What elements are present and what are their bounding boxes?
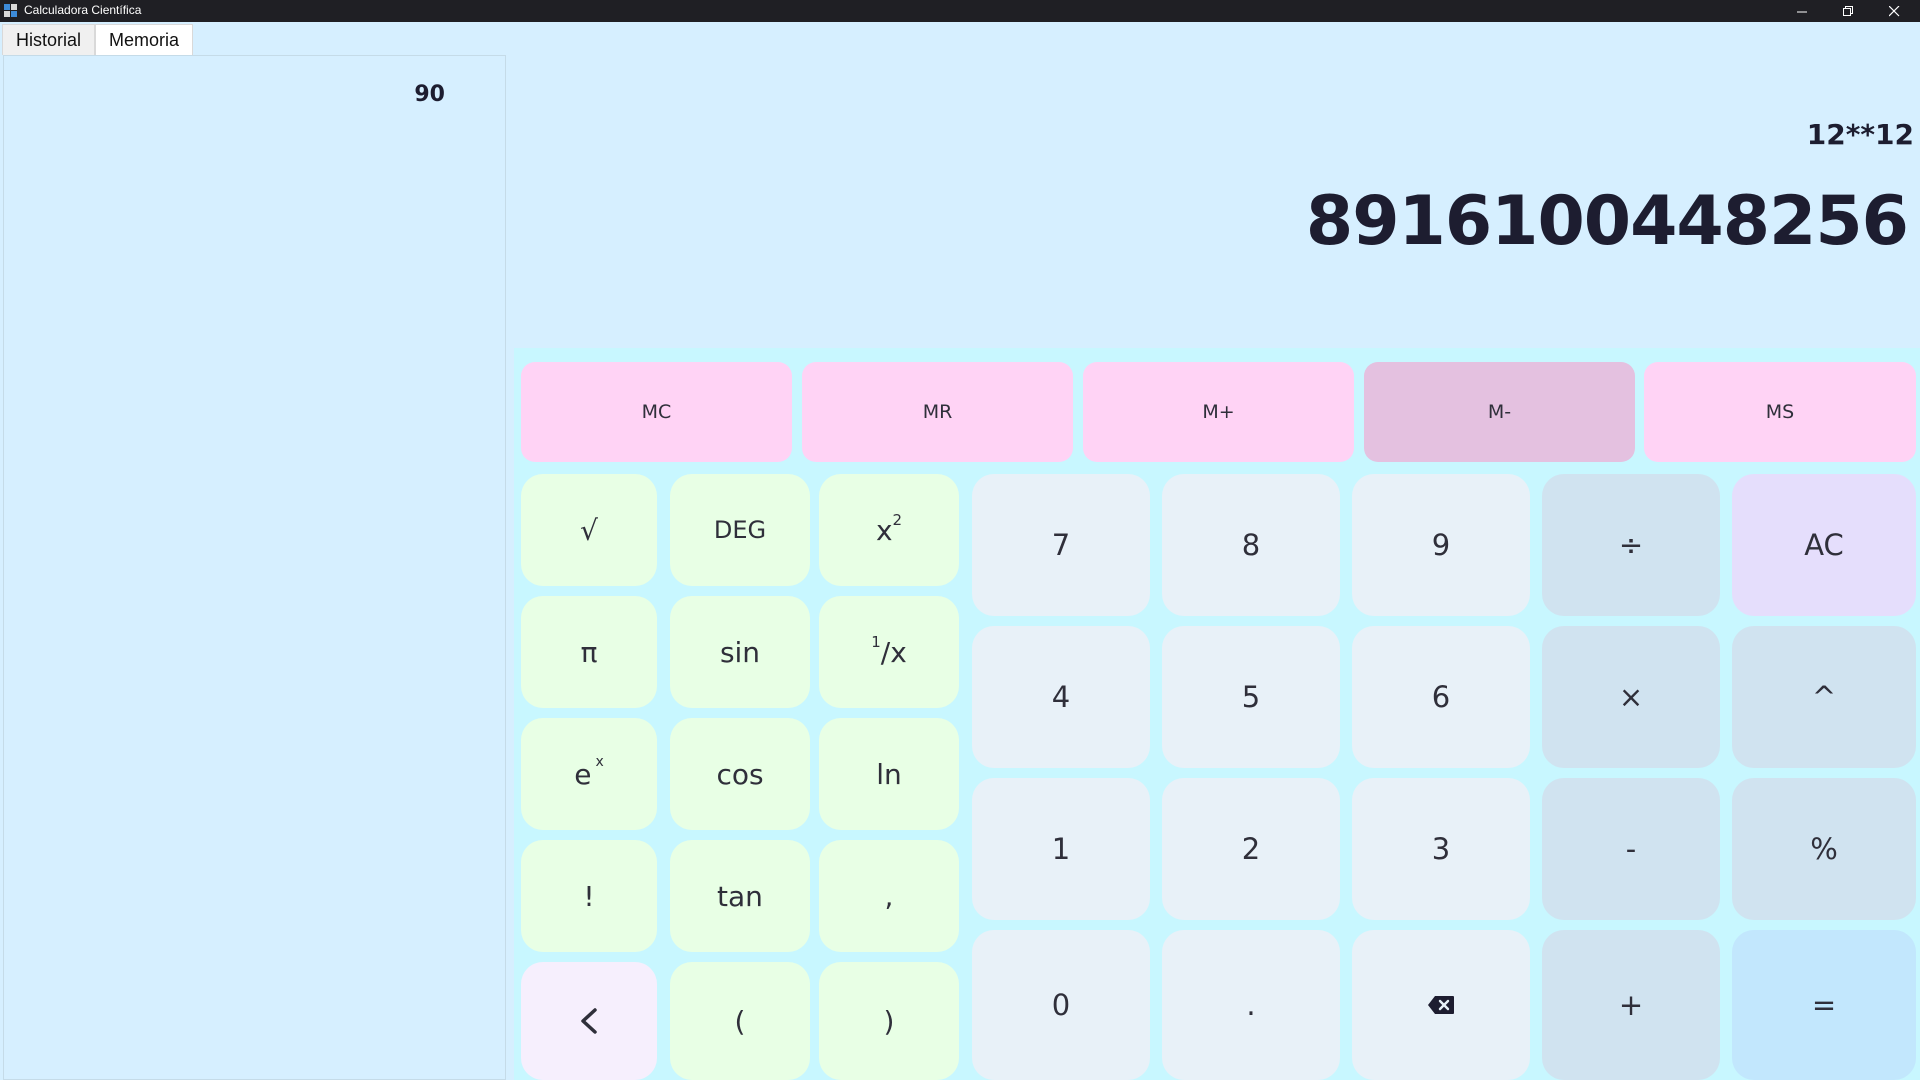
memory-store-button[interactable]: MS xyxy=(1644,362,1916,462)
exp-exponent: x xyxy=(595,754,604,770)
restore-button[interactable] xyxy=(1826,0,1870,22)
digit-0-button[interactable]: 0 xyxy=(972,930,1150,1080)
calculator-display: 12**12 8916100448256 xyxy=(514,22,1920,348)
cos-button[interactable]: cos xyxy=(670,718,810,830)
ln-button[interactable]: ln xyxy=(819,718,959,830)
equals-button[interactable]: = xyxy=(1732,930,1916,1080)
deg-button[interactable]: DEG xyxy=(670,474,810,586)
memory-list: 90 xyxy=(3,55,506,1080)
close-window-button[interactable] xyxy=(1872,0,1916,22)
reciprocal-rest: /x xyxy=(880,635,907,669)
sin-button[interactable]: sin xyxy=(670,596,810,708)
reciprocal-button[interactable]: 1/x xyxy=(819,596,959,708)
exp-button[interactable]: ex xyxy=(521,718,657,830)
factorial-button[interactable]: ! xyxy=(521,840,657,952)
side-panel: Historial Memoria 90 xyxy=(0,22,510,1080)
backspace-icon xyxy=(1428,996,1454,1014)
multiply-button[interactable]: × xyxy=(1542,626,1720,768)
digit-2-button[interactable]: 2 xyxy=(1162,778,1340,920)
side-tabs: Historial Memoria xyxy=(2,24,194,56)
tab-memoria[interactable]: Memoria xyxy=(95,24,194,55)
digit-9-button[interactable]: 9 xyxy=(1352,474,1530,616)
all-clear-button[interactable]: AC xyxy=(1732,474,1916,616)
minus-button[interactable]: - xyxy=(1542,778,1720,920)
backspace-button[interactable] xyxy=(1352,930,1530,1080)
restore-icon xyxy=(1842,5,1853,16)
plus-button[interactable]: + xyxy=(1542,930,1720,1080)
exp-base: e xyxy=(574,757,592,791)
tan-button[interactable]: tan xyxy=(670,840,810,952)
sqrt-button[interactable]: √ xyxy=(521,474,657,586)
digit-7-button[interactable]: 7 xyxy=(972,474,1150,616)
window-title: Calculadora Científica xyxy=(24,3,142,17)
pi-button[interactable]: π xyxy=(521,596,657,708)
result-text: 8916100448256 xyxy=(1305,182,1909,261)
calculator-app-icon xyxy=(4,4,17,17)
decimal-point-button[interactable]: . xyxy=(1162,930,1340,1080)
minimize-icon xyxy=(1796,11,1807,12)
tab-historial[interactable]: Historial xyxy=(2,24,96,55)
minimize-button[interactable] xyxy=(1780,0,1824,22)
square-exponent: 2 xyxy=(892,511,903,529)
memory-clear-button[interactable]: MC xyxy=(521,362,792,462)
memory-add-button[interactable]: M+ xyxy=(1083,362,1354,462)
divide-button[interactable]: ÷ xyxy=(1542,474,1720,616)
memory-subtract-button[interactable]: M- xyxy=(1364,362,1635,462)
memory-recall-button[interactable]: MR xyxy=(802,362,1073,462)
reciprocal-numerator: 1 xyxy=(871,633,881,651)
open-paren-button[interactable]: ( xyxy=(670,962,810,1080)
percent-button[interactable]: % xyxy=(1732,778,1916,920)
memory-item[interactable]: 90 xyxy=(414,82,445,107)
title-bar: Calculadora Científica xyxy=(0,0,1920,22)
square-base: x xyxy=(875,513,893,547)
square-button[interactable]: x2 xyxy=(819,474,959,586)
close-paren-button[interactable]: ) xyxy=(819,962,959,1080)
close-icon xyxy=(1888,5,1899,16)
chevron-left-icon xyxy=(581,1008,597,1034)
power-button[interactable]: ^ xyxy=(1732,626,1916,768)
digit-1-button[interactable]: 1 xyxy=(972,778,1150,920)
digit-8-button[interactable]: 8 xyxy=(1162,474,1340,616)
digit-5-button[interactable]: 5 xyxy=(1162,626,1340,768)
keypad: MC MR M+ M- MS √ DEG x2 π sin 1/x ex cos… xyxy=(514,348,1920,1080)
back-button[interactable] xyxy=(521,962,657,1080)
comma-button[interactable]: , xyxy=(819,840,959,952)
digit-3-button[interactable]: 3 xyxy=(1352,778,1530,920)
digit-4-button[interactable]: 4 xyxy=(972,626,1150,768)
expression-text: 12**12 xyxy=(1806,118,1914,151)
digit-6-button[interactable]: 6 xyxy=(1352,626,1530,768)
